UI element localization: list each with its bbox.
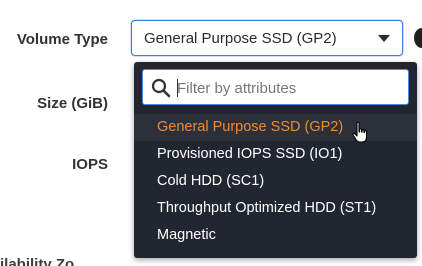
iops-label: IOPS [72,156,108,173]
volume-type-select-value: General Purpose SSD (GP2) [144,30,337,47]
volume-type-dropdown: General Purpose SSD (GP2) Provisioned IO… [134,62,417,258]
search-icon [151,78,171,98]
option-sc1[interactable]: Cold HDD (SC1) [134,168,417,195]
option-magnetic[interactable]: Magnetic [134,222,417,249]
filter-box[interactable] [142,69,409,105]
option-io1[interactable]: Provisioned IOPS SSD (IO1) [134,141,417,168]
option-gp2[interactable]: General Purpose SSD (GP2) [134,114,417,141]
volume-type-select[interactable]: General Purpose SSD (GP2) [131,20,403,56]
filter-input[interactable] [177,78,397,98]
size-label: Size (GiB) [37,95,108,112]
caret-down-icon[interactable] [378,35,390,42]
info-icon[interactable] [414,28,422,48]
availability-zone-label: ilability Zo [0,256,75,266]
option-st1[interactable]: Throughput Optimized HDD (ST1) [134,195,417,222]
options-list: General Purpose SSD (GP2) Provisioned IO… [134,114,417,249]
text-cursor [177,79,178,97]
hand-pointer-icon [352,121,368,143]
volume-type-label: Volume Type [16,31,108,48]
volume-settings-panel: Volume Type Size (GiB) IOPS ilability Zo… [0,0,422,266]
